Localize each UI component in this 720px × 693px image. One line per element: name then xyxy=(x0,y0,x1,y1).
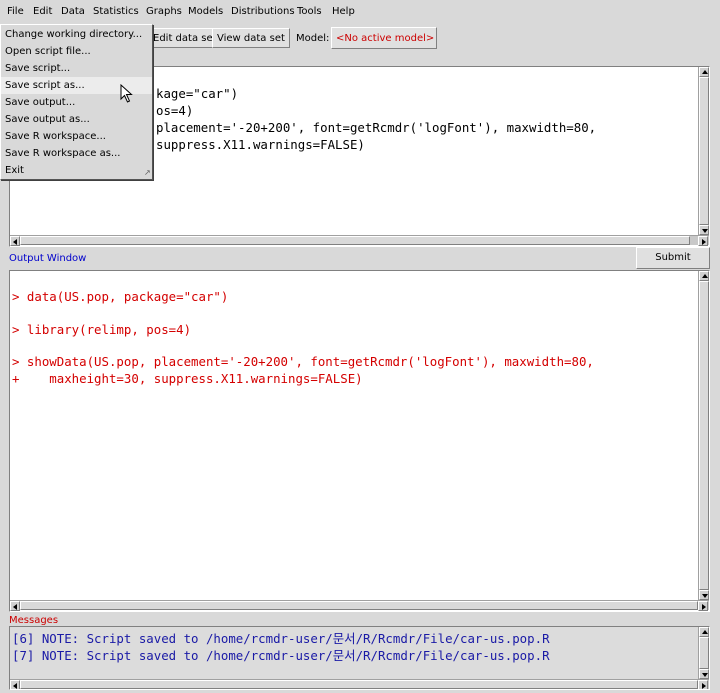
view-data-set-button[interactable]: View data set xyxy=(212,28,290,48)
menu-edit[interactable]: Edit xyxy=(33,6,52,17)
output-line: > library(relimp, pos=4) xyxy=(12,322,192,337)
output-line: > data(US.pop, package="car") xyxy=(12,289,229,304)
mouse-pointer-icon xyxy=(120,84,133,103)
script-line: os=4) xyxy=(156,103,194,118)
menu-tools[interactable]: Tools xyxy=(297,6,322,17)
output-vertical-scrollbar[interactable] xyxy=(698,271,709,600)
scroll-right-arrow[interactable] xyxy=(698,236,708,246)
menu-data[interactable]: Data xyxy=(61,6,85,17)
edit-data-set-button[interactable]: Edit data set xyxy=(148,28,222,48)
resize-grip-icon: ↗ xyxy=(144,168,151,177)
scroll-up-arrow[interactable] xyxy=(699,627,709,637)
menu-bar: File Edit Data Statistics Graphs Models … xyxy=(0,0,720,24)
messages-vertical-scrollbar[interactable] xyxy=(698,627,709,679)
scroll-thumb[interactable] xyxy=(699,637,709,669)
scroll-down-arrow[interactable] xyxy=(699,669,709,679)
menu-statistics[interactable]: Statistics xyxy=(93,6,139,17)
scroll-thumb[interactable] xyxy=(20,601,698,610)
output-window-label: Output Window xyxy=(9,253,87,264)
menu-graphs[interactable]: Graphs xyxy=(146,6,182,17)
script-vertical-scrollbar[interactable] xyxy=(698,67,709,235)
menu-help[interactable]: Help xyxy=(332,6,355,17)
scroll-up-arrow[interactable] xyxy=(699,67,709,77)
menu-models[interactable]: Models xyxy=(188,6,223,17)
script-horizontal-scrollbar[interactable] xyxy=(10,235,709,246)
messages-label: Messages xyxy=(9,615,59,626)
scroll-down-arrow[interactable] xyxy=(699,590,709,600)
scroll-right-arrow[interactable] xyxy=(698,601,708,611)
model-label: Model: xyxy=(296,33,330,44)
message-line: [7] NOTE: Script saved to /home/rcmdr-us… xyxy=(12,648,550,663)
messages-horizontal-scrollbar[interactable] xyxy=(10,679,709,689)
submit-button[interactable]: Submit xyxy=(636,247,710,269)
menu-item-save-r-workspace-as[interactable]: Save R workspace as... xyxy=(1,145,152,162)
script-line: placement='-20+200', font=getRcmdr('logF… xyxy=(156,120,597,135)
scroll-thumb[interactable] xyxy=(699,77,709,225)
script-line: kage="car") xyxy=(156,86,239,101)
active-model-button[interactable]: <No active model> xyxy=(331,27,437,49)
menu-item-save-r-workspace[interactable]: Save R workspace... xyxy=(1,128,152,145)
menu-item-save-script[interactable]: Save script... xyxy=(1,60,152,77)
scroll-thumb[interactable] xyxy=(699,281,709,590)
menu-file[interactable]: File xyxy=(7,6,24,17)
script-line: suppress.X11.warnings=FALSE) xyxy=(156,137,365,152)
menu-item-save-output-as[interactable]: Save output as... xyxy=(1,111,152,128)
messages-window[interactable]: [6] NOTE: Script saved to /home/rcmdr-us… xyxy=(9,626,710,690)
scroll-thumb[interactable] xyxy=(20,680,698,689)
output-line: > showData(US.pop, placement='-20+200', … xyxy=(12,354,594,369)
scroll-left-arrow[interactable] xyxy=(10,680,20,689)
scroll-down-arrow[interactable] xyxy=(699,225,709,235)
menu-distributions[interactable]: Distributions xyxy=(231,6,295,17)
scroll-left-arrow[interactable] xyxy=(10,236,20,246)
output-line: + maxheight=30, suppress.X11.warnings=FA… xyxy=(12,371,363,386)
scroll-thumb[interactable] xyxy=(20,236,690,245)
message-line: [6] NOTE: Script saved to /home/rcmdr-us… xyxy=(12,631,550,646)
scroll-up-arrow[interactable] xyxy=(699,271,709,281)
output-horizontal-scrollbar[interactable] xyxy=(10,600,709,611)
menu-item-open-script-file[interactable]: Open script file... xyxy=(1,43,152,60)
menu-item-exit[interactable]: Exit xyxy=(1,162,152,179)
output-window[interactable]: > data(US.pop, package="car") > library(… xyxy=(9,270,710,612)
menu-item-change-working-directory[interactable]: Change working directory... xyxy=(1,26,152,43)
scroll-left-arrow[interactable] xyxy=(10,601,20,611)
scroll-right-arrow[interactable] xyxy=(698,680,708,689)
